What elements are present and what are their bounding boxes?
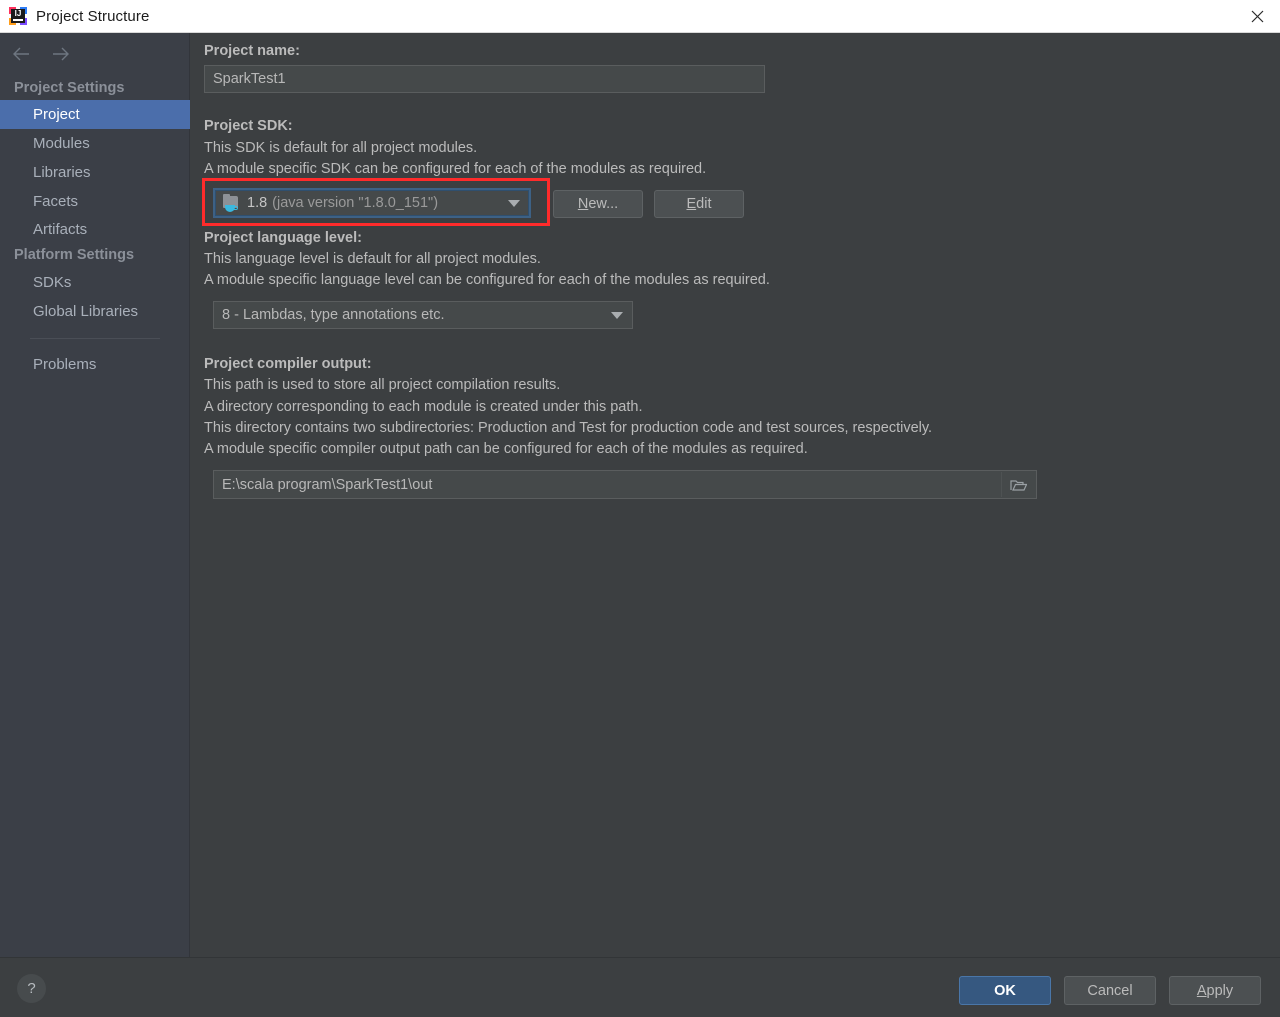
sidebar-group-platform-settings: Platform Settings bbox=[14, 247, 135, 263]
apply-button-mnemonic: A bbox=[1196, 982, 1207, 999]
cancel-button-label: Cancel bbox=[1087, 982, 1133, 999]
sidebar-navigation bbox=[10, 43, 72, 65]
sidebar-item-artifacts[interactable]: Artifacts bbox=[0, 215, 190, 244]
project-name-value: SparkTest1 bbox=[213, 71, 286, 87]
sidebar-divider bbox=[30, 338, 160, 339]
project-sdk-desc-line2: A module specific SDK can be configured … bbox=[204, 161, 707, 177]
project-sdk-combobox[interactable]: 1.8 (java version "1.8.0_151") bbox=[213, 188, 531, 218]
sidebar-item-problems[interactable]: Problems bbox=[0, 350, 190, 379]
compiler-output-label: Project compiler output: bbox=[204, 356, 372, 372]
compiler-output-path-value: E:\scala program\SparkTest1\out bbox=[222, 476, 433, 493]
compiler-output-path-input[interactable]: E:\scala program\SparkTest1\out bbox=[213, 470, 1037, 499]
sidebar-item-project[interactable]: Project bbox=[0, 100, 190, 129]
sdk-new-button[interactable]: New... bbox=[553, 190, 643, 218]
project-sdk-desc-line1: This SDK is default for all project modu… bbox=[204, 140, 478, 156]
settings-sidebar: Project Settings Project Modules Librari… bbox=[0, 33, 190, 957]
project-name-label: Project name: bbox=[204, 43, 300, 59]
sidebar-item-modules[interactable]: Modules bbox=[0, 129, 190, 158]
language-level-desc-line1: This language level is default for all p… bbox=[204, 251, 541, 267]
sdk-new-button-mnemonic: N bbox=[577, 196, 589, 212]
compiler-output-desc-line1: This path is used to store all project c… bbox=[204, 377, 561, 393]
folder-browse-icon[interactable] bbox=[1001, 472, 1035, 497]
ok-button[interactable]: OK bbox=[959, 976, 1051, 1005]
project-structure-dialog: IJ Project Structure Project Settings Pr… bbox=[0, 0, 1280, 1017]
apply-button-label-rest: pply bbox=[1206, 982, 1234, 999]
chevron-down-icon[interactable] bbox=[611, 312, 623, 319]
project-name-input[interactable]: SparkTest1 bbox=[204, 65, 765, 93]
cancel-button[interactable]: Cancel bbox=[1064, 976, 1156, 1005]
compiler-output-desc-line4: A module specific compiler output path c… bbox=[204, 441, 808, 457]
language-level-value: 8 - Lambdas, type annotations etc. bbox=[222, 307, 445, 323]
sidebar-item-sdks[interactable]: SDKs bbox=[0, 268, 190, 297]
language-level-label: Project language level: bbox=[204, 230, 362, 246]
arrow-right-icon[interactable] bbox=[50, 43, 72, 65]
project-sdk-label: Project SDK: bbox=[204, 118, 293, 134]
arrow-left-icon[interactable] bbox=[10, 43, 32, 65]
window-title: Project Structure bbox=[36, 7, 150, 25]
project-sdk-selected-detail: (java version "1.8.0_151") bbox=[272, 195, 439, 211]
language-level-desc-line2: A module specific language level can be … bbox=[204, 272, 770, 288]
project-settings-panel: Project name: SparkTest1 Project SDK: Th… bbox=[191, 33, 1280, 957]
close-icon[interactable] bbox=[1234, 0, 1280, 32]
compiler-output-desc-line2: A directory corresponding to each module… bbox=[204, 399, 643, 415]
apply-button[interactable]: Apply bbox=[1169, 976, 1261, 1005]
java-sdk-folder-icon bbox=[223, 193, 240, 212]
sidebar-item-libraries[interactable]: Libraries bbox=[0, 158, 190, 187]
sdk-edit-button-label-rest: dit bbox=[696, 196, 712, 212]
title-bar: IJ Project Structure bbox=[0, 0, 1280, 33]
project-sdk-selected-name: 1.8 bbox=[247, 195, 268, 211]
sdk-new-button-label-rest: ew... bbox=[588, 196, 619, 212]
compiler-output-desc-line3: This directory contains two subdirectori… bbox=[204, 420, 933, 436]
sidebar-group-project-settings: Project Settings bbox=[14, 80, 125, 96]
ok-button-label: OK bbox=[994, 982, 1016, 999]
sidebar-item-facets[interactable]: Facets bbox=[0, 187, 190, 216]
intellij-idea-logo-icon: IJ bbox=[9, 7, 27, 25]
language-level-combobox[interactable]: 8 - Lambdas, type annotations etc. bbox=[213, 301, 633, 329]
help-button-label: ? bbox=[27, 980, 36, 997]
sdk-edit-button-mnemonic: E bbox=[686, 196, 697, 212]
sdk-edit-button[interactable]: Edit bbox=[654, 190, 744, 218]
help-button[interactable]: ? bbox=[17, 974, 46, 1003]
chevron-down-icon[interactable] bbox=[508, 200, 520, 207]
sidebar-item-global-libraries[interactable]: Global Libraries bbox=[0, 297, 190, 326]
